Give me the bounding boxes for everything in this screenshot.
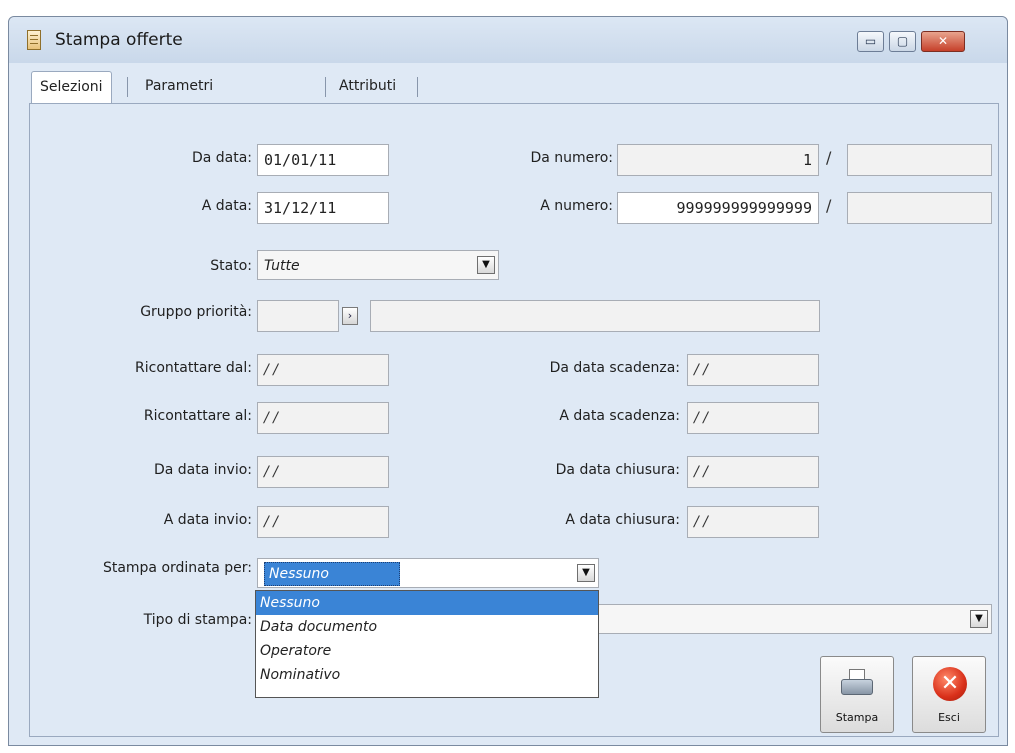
tab-separator bbox=[127, 77, 128, 97]
esci-button[interactable]: ✕ Esci bbox=[912, 656, 986, 733]
gruppo-priorita-code-field[interactable] bbox=[257, 300, 339, 332]
printer-icon bbox=[841, 669, 873, 699]
da-data-label: Da data: bbox=[191, 150, 252, 166]
da-data-invio-label: Da data invio: bbox=[153, 462, 252, 478]
tab-separator bbox=[417, 77, 418, 97]
ricontattare-al-field[interactable]: / / bbox=[257, 402, 389, 434]
stato-value: Tutte bbox=[264, 258, 300, 274]
close-button[interactable]: ✕ bbox=[921, 31, 965, 52]
ricontattare-dal-field[interactable]: / / bbox=[257, 354, 389, 386]
a-data-chiusura-label: A data chiusura: bbox=[565, 512, 680, 528]
a-data-chiusura-field[interactable]: / / bbox=[687, 506, 819, 538]
tab-separator bbox=[325, 77, 326, 97]
da-data-scadenza-field[interactable]: / / bbox=[687, 354, 819, 386]
a-data-invio-label: A data invio: bbox=[163, 512, 252, 528]
tab-attributi[interactable]: Attributi bbox=[331, 71, 404, 103]
da-data-chiusura-field[interactable]: / / bbox=[687, 456, 819, 488]
document-icon bbox=[27, 30, 41, 50]
esci-button-label: Esci bbox=[938, 711, 960, 724]
stato-label: Stato: bbox=[210, 258, 252, 274]
gruppo-priorita-description-field bbox=[370, 300, 820, 332]
stampa-ordinata-select[interactable]: Nessuno ▼ bbox=[257, 558, 599, 588]
chevron-down-icon[interactable]: ▼ bbox=[477, 256, 495, 274]
a-data-scadenza-label: A data scadenza: bbox=[559, 408, 680, 424]
stampa-button[interactable]: Stampa bbox=[820, 656, 894, 733]
da-numero-serie-field[interactable] bbox=[847, 144, 992, 176]
a-data-label: A data: bbox=[201, 198, 252, 214]
dropdown-option-operatore[interactable]: Operatore bbox=[256, 639, 598, 663]
da-data-field[interactable]: 01/01/11 bbox=[257, 144, 389, 176]
a-data-scadenza-field[interactable]: / / bbox=[687, 402, 819, 434]
stampa-ordinata-dropdown: Nessuno Data documento Operatore Nominat… bbox=[255, 590, 599, 698]
close-icon: ✕ bbox=[933, 667, 967, 701]
da-data-chiusura-label: Da data chiusura: bbox=[555, 462, 680, 478]
chevron-down-icon[interactable]: ▼ bbox=[970, 610, 988, 628]
dropdown-option-nominativo[interactable]: Nominativo bbox=[256, 663, 598, 687]
stampa-ordinata-label: Stampa ordinata per: bbox=[102, 560, 252, 576]
tipo-stampa-label: Tipo di stampa: bbox=[143, 612, 252, 628]
da-numero-field[interactable]: 1 bbox=[617, 144, 819, 176]
tab-parametri-aggiuntivi[interactable]: Parametri aggiuntivi bbox=[137, 71, 223, 124]
gruppo-priorita-label: Gruppo priorità: bbox=[140, 304, 252, 320]
a-data-field[interactable]: 31/12/11 bbox=[257, 192, 389, 224]
stampa-ordinata-value: Nessuno bbox=[264, 562, 400, 586]
numero-slash: / bbox=[826, 196, 832, 215]
a-numero-field[interactable]: 999999999999999 bbox=[617, 192, 819, 224]
da-numero-label: Da numero: bbox=[530, 150, 613, 166]
da-data-scadenza-label: Da data scadenza: bbox=[549, 360, 680, 376]
window-title: Stampa offerte bbox=[55, 30, 183, 50]
numero-slash: / bbox=[826, 148, 832, 167]
zoom-icon[interactable]: › bbox=[342, 307, 358, 325]
da-data-invio-field[interactable]: / / bbox=[257, 456, 389, 488]
minimize-button[interactable]: ▭ bbox=[857, 31, 884, 52]
ricontattare-dal-label: Ricontattare dal: bbox=[135, 360, 252, 376]
a-numero-label: A numero: bbox=[540, 198, 613, 214]
a-data-invio-field[interactable]: / / bbox=[257, 506, 389, 538]
dropdown-option-data-documento[interactable]: Data documento bbox=[256, 615, 598, 639]
dropdown-option-nessuno[interactable]: Nessuno bbox=[256, 591, 598, 615]
chevron-down-icon[interactable]: ▼ bbox=[577, 564, 595, 582]
maximize-button[interactable]: ▢ bbox=[889, 31, 916, 52]
stato-select[interactable]: Tutte ▼ bbox=[257, 250, 499, 280]
tab-selezioni[interactable]: Selezioni bbox=[31, 71, 112, 104]
ricontattare-al-label: Ricontattare al: bbox=[143, 408, 252, 424]
title-bar: Stampa offerte ▭ ▢ ✕ bbox=[9, 17, 1007, 63]
stampa-button-label: Stampa bbox=[835, 711, 879, 724]
a-numero-serie-field[interactable] bbox=[847, 192, 992, 224]
